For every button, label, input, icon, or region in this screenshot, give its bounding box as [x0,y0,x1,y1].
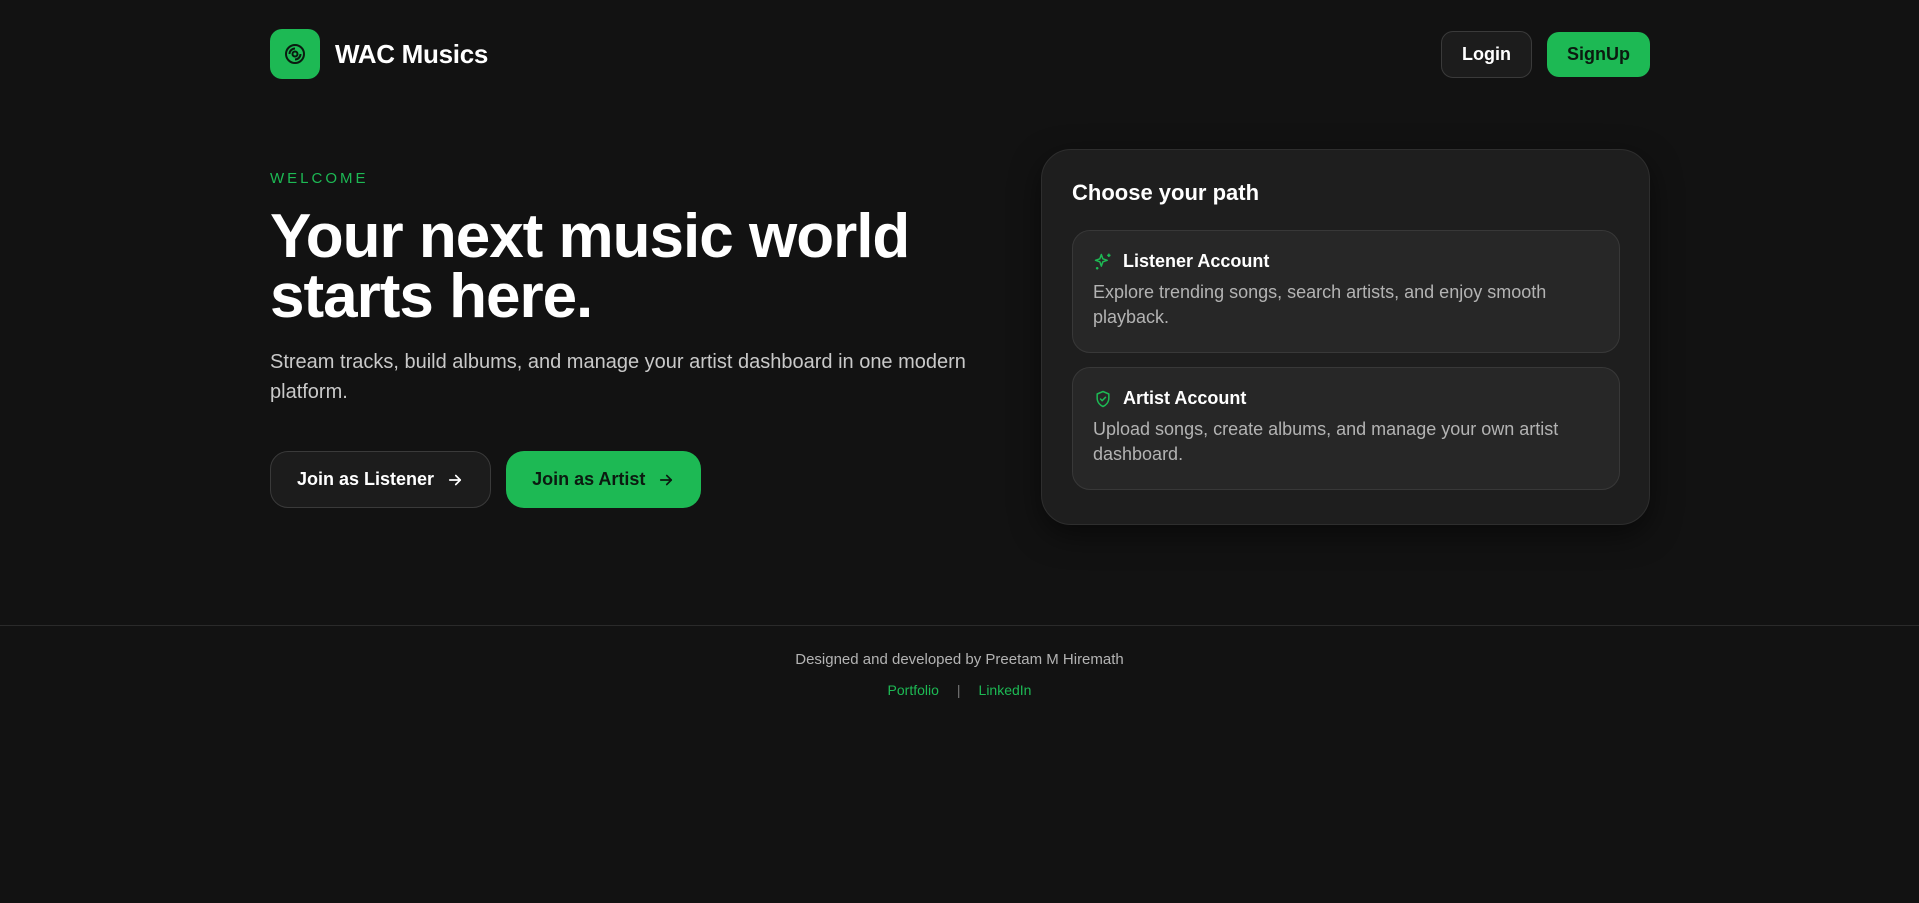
option-head: Artist Account [1093,388,1599,409]
brand-name: WAC Musics [335,38,489,69]
arrow-right-icon [446,471,464,489]
listener-account-option[interactable]: Listener Account Explore trending songs,… [1072,230,1620,353]
headline-line-1: Your next music world [270,202,910,271]
logo [270,29,320,79]
sparkles-icon [1093,252,1113,272]
join-listener-label: Join as Listener [297,469,435,489]
arrow-right-icon [657,471,675,489]
login-button[interactable]: Login [1441,30,1532,78]
shield-check-icon [1093,389,1113,409]
option-head: Listener Account [1093,251,1599,272]
artist-account-option[interactable]: Artist Account Upload songs, create albu… [1072,367,1620,490]
disc-icon [285,44,305,64]
linkedin-link[interactable]: LinkedIn [979,682,1032,698]
choose-path-card: Choose your path Listener Account Explor… [1041,149,1650,525]
join-artist-button[interactable]: Join as Artist [506,451,702,508]
brand[interactable]: WAC Musics [270,29,488,79]
footer-credit: Designed and developed by Preetam M Hire… [795,651,1124,668]
join-artist-label: Join as Artist [532,469,646,489]
join-listener-button[interactable]: Join as Listener [270,451,492,508]
top-header: WAC Musics Login SignUp [270,29,1650,79]
footer-links: Portfolio | LinkedIn [0,682,1919,698]
portfolio-link[interactable]: Portfolio [888,682,939,698]
signup-button[interactable]: SignUp [1547,31,1650,77]
option-description: Explore trending songs, search artists, … [1093,282,1547,327]
hero-section: WELCOME Your next music world starts her… [270,170,1000,508]
option-description: Upload songs, create albums, and manage … [1093,419,1559,464]
hero-headline: Your next music world starts here. [270,206,1000,328]
hero-cta-group: Join as Listener Join as Artist [270,451,1000,508]
footer-separator: | [956,682,961,698]
option-title: Artist Account [1123,388,1247,408]
footer-divider [0,625,1919,626]
hero-eyebrow: WELCOME [270,170,369,187]
option-title: Listener Account [1123,251,1270,271]
header-nav: Login SignUp [1441,30,1650,78]
headline-line-2: starts here. [270,262,593,331]
card-title: Choose your path [1072,180,1260,205]
hero-subtext: Stream tracks, build albums, and manage … [270,351,966,403]
